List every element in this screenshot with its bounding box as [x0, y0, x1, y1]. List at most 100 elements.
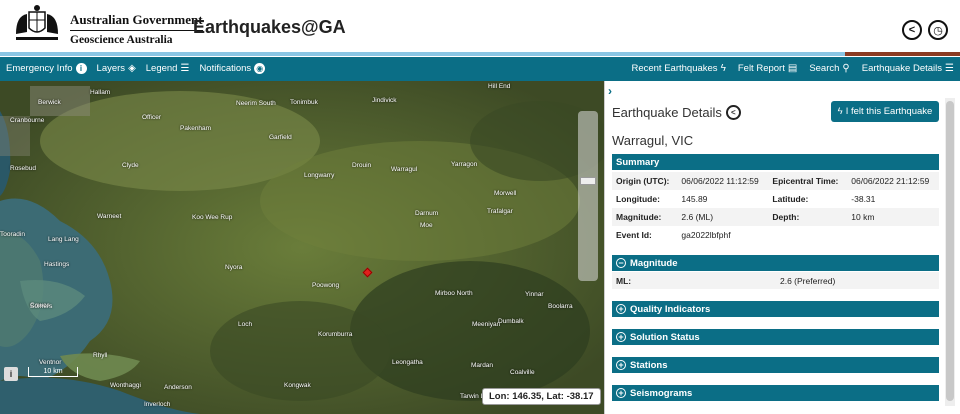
map-label: Mirboo North	[435, 290, 473, 297]
expand-plus-icon: +	[616, 360, 626, 370]
map-label: Meeniyan	[472, 321, 501, 328]
header-actions: < ◷	[902, 20, 948, 40]
map-label: Leongatha	[392, 359, 423, 366]
bolt-icon: ϟ	[720, 63, 726, 74]
share-icon[interactable]: <	[902, 20, 922, 40]
map-label: Korumburra	[318, 331, 353, 338]
share-icon[interactable]: <	[725, 105, 741, 120]
map-label: Trafalgar	[487, 208, 513, 215]
felt-button-label: I felt this Earthquake	[845, 106, 933, 117]
summary-label: Summary	[616, 156, 660, 168]
map-label: Hill End	[488, 83, 511, 90]
solution-status-header[interactable]: + Solution Status	[612, 329, 939, 345]
summary-table: Origin (UTC): 06/06/2022 11:12:59 Epicen…	[612, 172, 939, 244]
nav-search[interactable]: Search ⚲	[809, 63, 849, 74]
map-info-button[interactable]: i	[4, 367, 18, 381]
table-row: Origin (UTC): 06/06/2022 11:12:59 Epicen…	[612, 172, 939, 190]
layers-icon: ◈	[128, 63, 136, 74]
event-id-value: ga2022lbfphf	[681, 230, 731, 240]
map-label: Somers	[30, 303, 53, 310]
epicentral-key: Epicentral Time:	[768, 172, 848, 190]
nav-label: Felt Report	[737, 63, 785, 74]
event-id-key: Event Id:	[616, 230, 652, 240]
nav-felt-report[interactable]: Felt Report ▤	[738, 63, 797, 74]
magnitude-label: Magnitude	[630, 257, 678, 269]
satellite-map[interactable]: Hallam Berwick Officer Pakenham Cranbour…	[0, 81, 604, 414]
coordinate-readout: Lon: 146.35, Lat: -38.17	[482, 388, 601, 405]
map-label: Hallam	[90, 89, 111, 96]
panel-scroll-thumb[interactable]	[946, 101, 954, 401]
collapse-panel-icon[interactable]: ›	[608, 84, 612, 98]
map-label: Coalville	[510, 369, 535, 376]
depth-key: Depth:	[768, 208, 848, 226]
nav-notifications[interactable]: Notifications ◉	[199, 63, 266, 74]
coat-of-arms-logo	[16, 5, 58, 40]
map-label: Yarragon	[451, 161, 478, 168]
section-label: Stations	[630, 359, 668, 371]
nav-label: Earthquake Details	[861, 63, 943, 74]
map-label: Longwarry	[304, 172, 335, 179]
latitude-key: Latitude:	[772, 194, 809, 204]
map-label: Darnum	[415, 210, 439, 217]
map-label: Anderson	[164, 384, 192, 391]
map-label: Rosebud	[10, 165, 37, 172]
map-label: Pakenham	[180, 125, 212, 132]
map-label: Jindivick	[372, 97, 397, 104]
map-scalebar: 10 km	[28, 367, 78, 377]
map-label: Ventnor	[39, 359, 62, 366]
map-label: Berwick	[38, 99, 61, 106]
longitude-value: 145.89	[681, 194, 708, 204]
map-label: Tonimbuk	[290, 99, 318, 106]
summary-header: Summary	[612, 154, 939, 170]
felt-earthquake-button[interactable]: ϟ I felt this Earthquake	[831, 101, 939, 122]
document-icon: ▤	[787, 63, 798, 74]
magnitude-value: 2.6 (ML)	[677, 208, 769, 226]
section-label: Solution Status	[630, 331, 700, 343]
nav-legend[interactable]: Legend ☰	[146, 63, 190, 74]
timer-icon[interactable]: ◷	[928, 20, 948, 40]
map-label: Clyde	[122, 162, 139, 169]
main-navbar: Emergency Info i Layers ◈ Legend ☰ Notif…	[0, 57, 960, 81]
bolt-icon: ϟ	[837, 106, 843, 117]
nav-layers[interactable]: Layers ◈	[97, 63, 136, 74]
header-stripe-brown	[845, 52, 960, 56]
panel-title: Earthquake Details <	[612, 105, 741, 120]
list-icon: ☰	[180, 63, 190, 74]
map-label: Loch	[238, 321, 253, 328]
app-title: Earthquakes@GA	[193, 17, 346, 37]
map-label: Yinnar	[525, 291, 544, 298]
app-header: Australian Government Geoscience Austral…	[0, 0, 960, 52]
seismograms-header[interactable]: + Seismograms	[612, 385, 939, 401]
stations-header[interactable]: + Stations	[612, 357, 939, 373]
government-wordmark: Australian Government Geoscience Austral…	[70, 12, 203, 46]
nav-label: Recent Earthquakes	[631, 63, 718, 74]
map-label: Koo Wee Rup	[192, 214, 233, 221]
map-label: Neerim South	[236, 100, 276, 107]
nav-label: Emergency Info	[6, 63, 73, 74]
map-label: Rhyll	[93, 352, 108, 359]
ml-value: 2.6 (Preferred)	[780, 276, 836, 286]
expand-plus-icon: +	[616, 388, 626, 398]
header-stripe-blue	[0, 52, 845, 56]
collapse-minus-icon: −	[616, 258, 626, 268]
map-label: Lang Lang	[48, 236, 79, 243]
zoom-handle[interactable]	[580, 177, 596, 185]
magnitude-section-header[interactable]: − Magnitude	[612, 255, 939, 271]
zoom-slider[interactable]	[578, 111, 598, 281]
section-label: Seismograms	[630, 387, 693, 399]
nav-earthquake-details[interactable]: Earthquake Details ☰	[862, 63, 954, 74]
map-terrain	[0, 81, 604, 414]
origin-value: 06/06/2022 11:12:59	[677, 172, 769, 190]
map-label: Warneet	[97, 213, 122, 220]
table-row: Event Id: ga2022lbfphf	[612, 226, 939, 244]
map-label: Moe	[420, 222, 433, 229]
magnitude-key: Magnitude:	[612, 208, 678, 226]
expand-plus-icon: +	[616, 304, 626, 314]
latitude-value: -38.31	[851, 194, 876, 204]
quality-indicators-header[interactable]: + Quality Indicators	[612, 301, 939, 317]
map-label: Inverloch	[144, 401, 171, 408]
nav-emergency-info[interactable]: Emergency Info i	[6, 63, 87, 74]
nav-recent-earthquakes[interactable]: Recent Earthquakes ϟ	[631, 63, 725, 74]
map-label: Nyora	[225, 264, 243, 271]
nav-label: Search	[809, 63, 840, 74]
